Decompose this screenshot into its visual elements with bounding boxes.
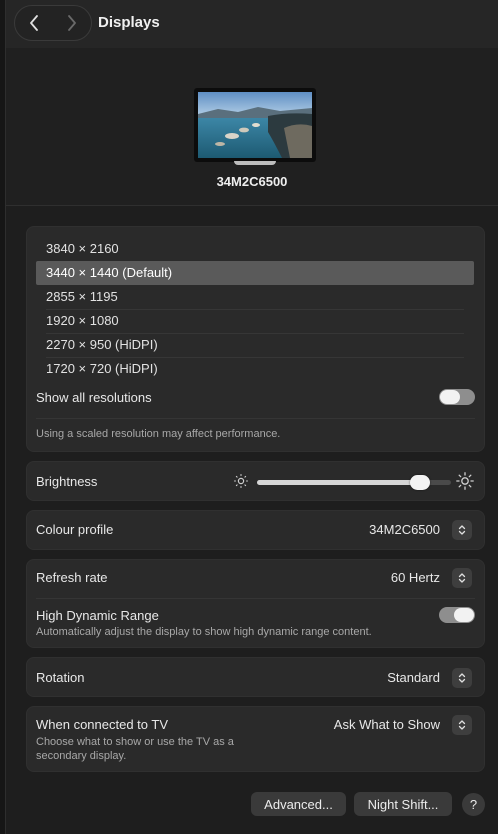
resolution-separator: [46, 309, 464, 310]
resolution-option[interactable]: 2855 × 1195: [36, 285, 474, 309]
help-button[interactable]: ?: [462, 793, 485, 816]
display-preview: 34M2C6500: [6, 48, 498, 206]
chevron-right-icon: [68, 15, 76, 31]
resolution-option[interactable]: 3440 × 1440 (Default): [36, 261, 474, 285]
refresh-hdr-card: Refresh rate 60 Hertz High Dynamic Range…: [26, 559, 485, 648]
divider: [36, 598, 475, 599]
tv-description-line2: secondary display.: [36, 750, 127, 762]
forward-button[interactable]: [53, 6, 91, 40]
tv-card: When connected to TV Choose what to show…: [26, 706, 485, 772]
rotation-card: Rotation Standard: [26, 657, 485, 697]
brightness-label: Brightness: [36, 474, 98, 489]
night-shift-button[interactable]: Night Shift...: [354, 792, 452, 816]
colour-profile-popup-button[interactable]: [452, 520, 472, 540]
back-button[interactable]: [15, 6, 53, 40]
chevron-left-icon: [30, 15, 38, 31]
monitor-stand: [234, 161, 276, 165]
rotation-value[interactable]: Standard: [387, 670, 440, 685]
monitor-thumbnail[interactable]: [194, 88, 316, 162]
chevron-up-down-icon: [458, 673, 466, 683]
show-all-resolutions-label: Show all resolutions: [36, 390, 152, 405]
title-bar: Displays: [6, 0, 498, 48]
display-name: 34M2C6500: [216, 174, 288, 189]
brightness-low-icon: [233, 473, 249, 489]
brightness-card: Brightness: [26, 461, 485, 501]
refresh-rate-popup-button[interactable]: [452, 568, 472, 588]
show-all-resolutions-toggle[interactable]: [439, 389, 475, 405]
rotation-label: Rotation: [36, 670, 85, 685]
brightness-high-icon: [456, 472, 474, 490]
tv-description-line1: Choose what to show or use the TV as a: [36, 736, 234, 748]
tv-value[interactable]: Ask What to Show: [334, 717, 440, 732]
brightness-slider-fill: [257, 480, 421, 485]
tv-label: When connected to TV: [36, 717, 169, 732]
resolution-separator: [46, 333, 464, 334]
page-title: Displays: [98, 14, 160, 31]
rotation-popup-button[interactable]: [452, 668, 472, 688]
brightness-slider[interactable]: [257, 475, 451, 490]
displays-settings-window: Displays 34M2C6500 3840 × 2160 3440 × 14…: [0, 0, 498, 834]
chevron-up-down-icon: [458, 720, 466, 730]
resolution-card: 3840 × 2160 3440 × 1440 (Default) 2855 × 1…: [26, 226, 485, 452]
resolution-separator: [46, 357, 464, 358]
navigation-buttons: [14, 5, 92, 41]
wallpaper-image: [198, 92, 312, 158]
tv-popup-button[interactable]: [452, 715, 472, 735]
resolution-option[interactable]: 1720 × 720 (HiDPI): [36, 357, 474, 381]
chevron-up-down-icon: [458, 525, 466, 535]
hdr-description: Automatically adjust the display to show…: [36, 626, 372, 638]
resolution-option[interactable]: 3840 × 2160: [36, 237, 474, 261]
hdr-toggle[interactable]: [439, 607, 475, 623]
advanced-button[interactable]: Advanced...: [251, 792, 346, 816]
colour-profile-label: Colour profile: [36, 522, 114, 537]
resolution-option[interactable]: 2270 × 950 (HiDPI): [36, 333, 474, 357]
refresh-rate-label: Refresh rate: [36, 570, 108, 585]
chevron-up-down-icon: [458, 573, 466, 583]
brightness-slider-knob[interactable]: [410, 475, 431, 490]
colour-profile-card: Colour profile 34M2C6500: [26, 510, 485, 550]
scaled-resolution-note: Using a scaled resolution may affect per…: [36, 428, 281, 440]
hdr-label: High Dynamic Range: [36, 608, 159, 623]
refresh-rate-value[interactable]: 60 Hertz: [391, 570, 440, 585]
divider: [36, 418, 475, 419]
resolution-option[interactable]: 1920 × 1080: [36, 309, 474, 333]
colour-profile-value[interactable]: 34M2C6500: [369, 522, 440, 537]
